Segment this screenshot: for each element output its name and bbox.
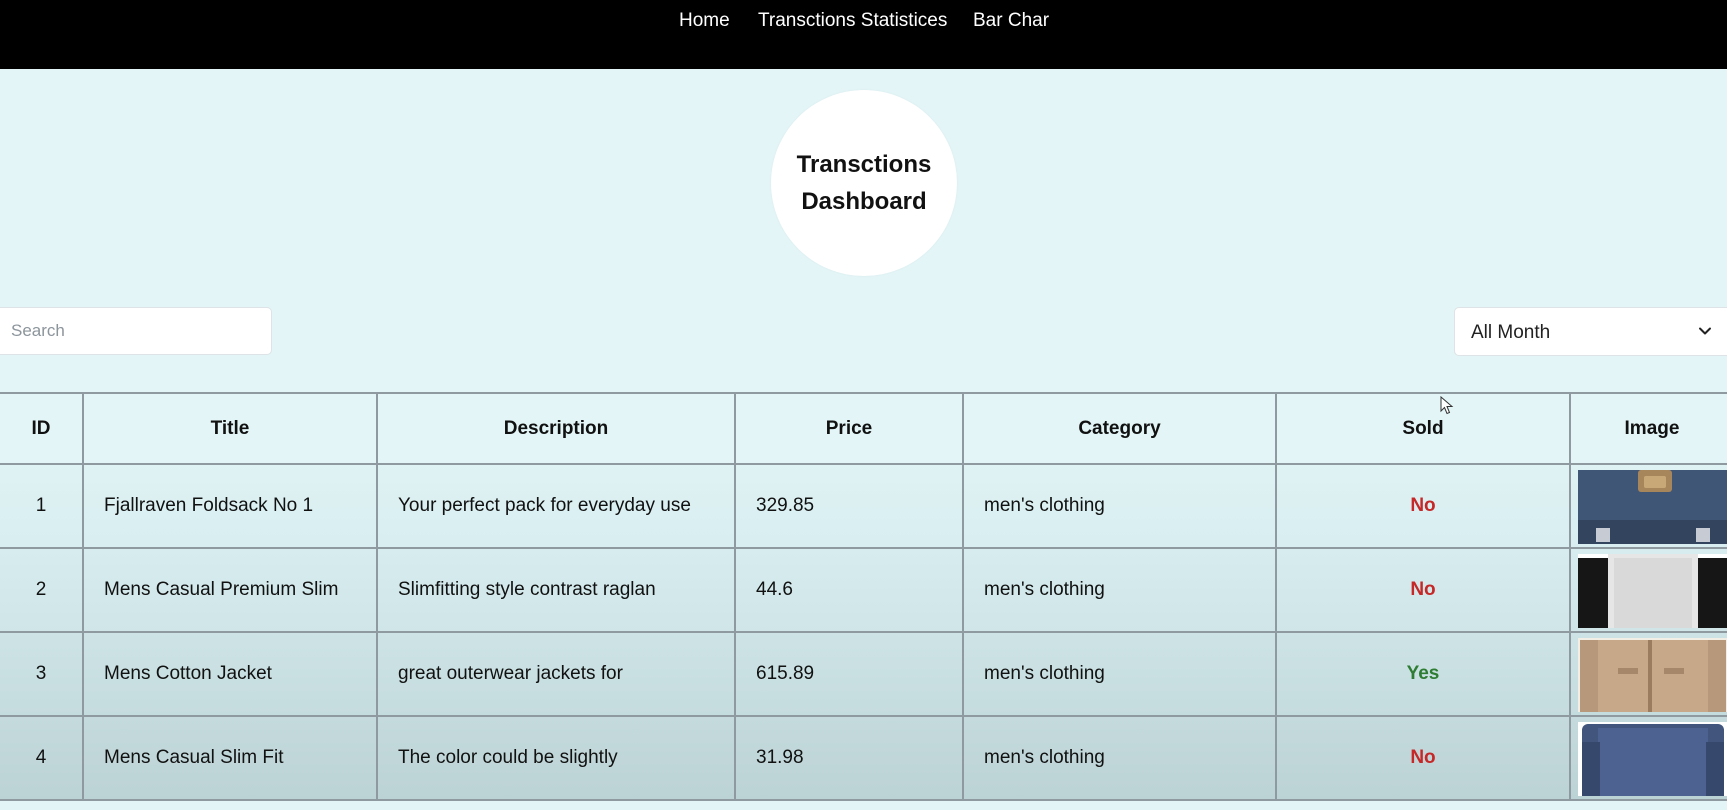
cell-image bbox=[1569, 547, 1727, 633]
column-header-sold[interactable]: Sold bbox=[1275, 392, 1571, 465]
month-filter-select[interactable]: All Month bbox=[1454, 307, 1727, 356]
mouse-cursor-icon bbox=[1440, 396, 1454, 415]
table-row[interactable]: 1 Fjallraven Foldsack No 1 Your perfect … bbox=[0, 463, 1727, 549]
cell-id: 4 bbox=[0, 715, 84, 801]
cell-sold: No bbox=[1275, 547, 1571, 633]
column-header-image[interactable]: Image bbox=[1569, 392, 1727, 465]
cell-title: Fjallraven Foldsack No 1 bbox=[82, 463, 378, 549]
cell-category: men's clothing bbox=[962, 715, 1277, 801]
cell-sold: Yes bbox=[1275, 631, 1571, 717]
cell-title: Mens Casual Slim Fit bbox=[82, 715, 378, 801]
cell-category: men's clothing bbox=[962, 463, 1277, 549]
cell-sold: No bbox=[1275, 463, 1571, 549]
top-navbar: Home Transctions Statistices Bar Char bbox=[0, 0, 1727, 69]
cell-category: men's clothing bbox=[962, 631, 1277, 717]
cell-id: 1 bbox=[0, 463, 84, 549]
cell-category: men's clothing bbox=[962, 547, 1277, 633]
jacket-thumbnail-icon bbox=[1578, 638, 1727, 712]
month-filter-value: All Month bbox=[1471, 322, 1551, 343]
cell-price: 329.85 bbox=[734, 463, 964, 549]
table-row[interactable]: 3 Mens Cotton Jacket great outerwear jac… bbox=[0, 631, 1727, 717]
cell-price: 615.89 bbox=[734, 631, 964, 717]
table-row[interactable]: 2 Mens Casual Premium Slim Slimfitting s… bbox=[0, 547, 1727, 633]
table-row[interactable]: 4 Mens Casual Slim Fit The color could b… bbox=[0, 715, 1727, 801]
backpack-thumbnail-icon bbox=[1578, 470, 1727, 544]
nav-home-link[interactable]: Home bbox=[679, 10, 730, 32]
table-header-row: ID Title Description Price Category Sold… bbox=[0, 392, 1727, 465]
tshirt-thumbnail-icon bbox=[1578, 554, 1727, 628]
cell-description: The color could be slightly bbox=[376, 715, 736, 801]
dashboard-title-line2: Dashboard bbox=[801, 188, 927, 215]
cell-price: 44.6 bbox=[734, 547, 964, 633]
nav-statistics-link[interactable]: Transctions Statistices bbox=[758, 10, 947, 32]
cell-description: Your perfect pack for everyday use bbox=[376, 463, 736, 549]
cell-image bbox=[1569, 631, 1727, 717]
cell-image bbox=[1569, 715, 1727, 801]
column-header-id[interactable]: ID bbox=[0, 392, 84, 465]
cell-description: great outerwear jackets for bbox=[376, 631, 736, 717]
cell-price: 31.98 bbox=[734, 715, 964, 801]
column-header-title[interactable]: Title bbox=[82, 392, 378, 465]
longsleeve-thumbnail-icon bbox=[1578, 722, 1727, 796]
cell-sold: No bbox=[1275, 715, 1571, 801]
cell-description: Slimfitting style contrast raglan bbox=[376, 547, 736, 633]
cell-title: Mens Casual Premium Slim bbox=[82, 547, 378, 633]
dashboard-title-line1: Transctions bbox=[796, 151, 932, 178]
column-header-category[interactable]: Category bbox=[962, 392, 1277, 465]
transactions-table-container: ID Title Description Price Category Sold… bbox=[0, 392, 1727, 810]
cell-title: Mens Cotton Jacket bbox=[82, 631, 378, 717]
cell-image bbox=[1569, 463, 1727, 549]
search-input[interactable] bbox=[0, 307, 272, 355]
transactions-table: ID Title Description Price Category Sold… bbox=[0, 392, 1727, 801]
column-header-description[interactable]: Description bbox=[376, 392, 736, 465]
dashboard-title-badge: Transctions Dashboard bbox=[771, 90, 957, 276]
nav-bar-chart-link[interactable]: Bar Char bbox=[973, 10, 1049, 32]
cell-id: 3 bbox=[0, 631, 84, 717]
cell-id: 2 bbox=[0, 547, 84, 633]
chevron-down-icon bbox=[1699, 327, 1711, 335]
column-header-price[interactable]: Price bbox=[734, 392, 964, 465]
